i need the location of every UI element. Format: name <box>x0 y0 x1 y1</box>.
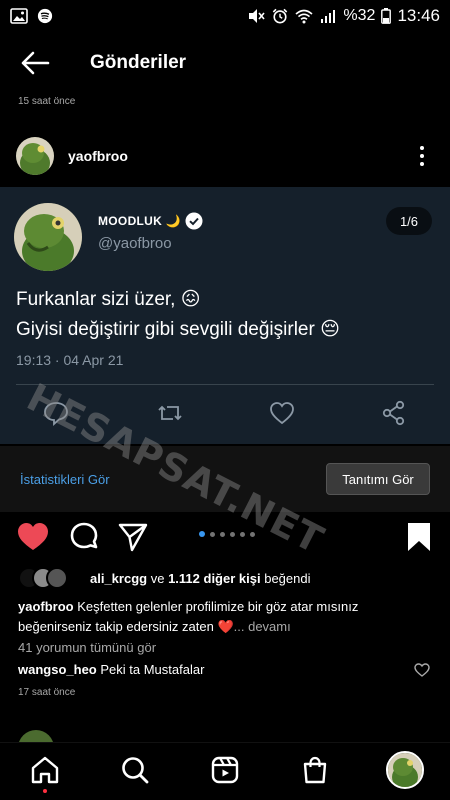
comment-username[interactable]: wangso_heo <box>18 662 97 677</box>
likes-suffix: beğendi <box>264 570 311 586</box>
profile-tab-avatar[interactable] <box>386 751 424 789</box>
back-arrow-icon <box>21 51 50 75</box>
insights-row: İstatistikleri Gör Tanıtımı Gör <box>0 446 450 512</box>
divider <box>16 384 434 385</box>
bookmark-icon[interactable] <box>402 520 436 554</box>
tweet-action-bar <box>0 399 450 429</box>
likes-and: ve <box>150 570 165 586</box>
like-heart-icon[interactable] <box>16 520 50 554</box>
tweet-date: 19:13 · 04 Apr 21 <box>16 352 124 368</box>
battery-icon <box>381 8 392 24</box>
top-bar: Gönderiler <box>0 32 450 94</box>
frog-avatar-image <box>16 137 54 175</box>
post-username[interactable]: yaofbroo <box>68 148 128 164</box>
signal-icon <box>321 10 336 23</box>
reply-icon <box>44 402 68 427</box>
tweet-line-1: Furkanlar sizi üzer, 😖 <box>16 289 201 310</box>
verified-badge-icon <box>185 212 203 230</box>
view-all-comments-link[interactable]: 41 yorumun tümünü gör <box>18 640 156 655</box>
tweet-avatar <box>14 203 82 271</box>
carousel-counter: 1/6 <box>386 207 432 235</box>
clock: 13:46 <box>397 6 440 25</box>
post-header: yaofbroo <box>0 132 450 180</box>
liker-avatars <box>18 567 80 589</box>
alarm-icon <box>273 8 288 24</box>
tweet-like-icon <box>270 402 294 425</box>
mute-icon <box>249 9 266 23</box>
tweet-handle: @yaofbroo <box>98 235 172 252</box>
comment-row: wangso_heo Peki ta Mustafalar <box>18 662 204 677</box>
tweet-line-2: Giyisi değiştirir gibi sevgili değişirle… <box>16 319 340 340</box>
bottom-nav <box>0 742 450 800</box>
more-options-icon[interactable] <box>410 141 434 171</box>
share-icon <box>382 400 405 426</box>
liker-username[interactable]: ali_krcgg <box>90 571 147 586</box>
back-button[interactable] <box>0 32 70 94</box>
frog-avatar-image <box>388 753 422 787</box>
comment-icon[interactable] <box>67 520 101 554</box>
frog-avatar-image <box>14 203 82 271</box>
post-image-tweet[interactable]: MOODLUK 🌙 @yaofbroo 1/6 Furkanlar sizi ü… <box>0 187 450 444</box>
view-insights-link[interactable]: İstatistikleri Gör <box>20 472 110 487</box>
search-icon[interactable] <box>120 755 150 785</box>
battery-percent: %32 <box>343 7 376 24</box>
tweet-text: Furkanlar sizi üzer, 😖 Giyisi değiştirir… <box>16 285 340 345</box>
shop-icon[interactable] <box>300 755 330 785</box>
retweet-icon <box>158 405 182 421</box>
post-time: 17 saat önce <box>18 687 76 698</box>
likes-summary[interactable]: ali_krcgg ve 1.112 diğer kişi beğendi <box>18 567 311 589</box>
next-post-avatar <box>18 730 54 742</box>
gallery-icon <box>10 8 28 24</box>
post-action-bar <box>0 516 450 556</box>
promote-button[interactable]: Tanıtımı Gör <box>326 463 430 495</box>
page-title: Gönderiler <box>90 52 187 73</box>
avatar <box>46 567 68 589</box>
comment-text: Peki ta Mustafalar <box>100 662 205 677</box>
send-icon[interactable] <box>116 520 150 554</box>
caption-more-link[interactable]: ... devamı <box>234 619 291 634</box>
likes-others[interactable]: 1.112 diğer kişi <box>168 571 261 586</box>
comment-like-icon[interactable] <box>414 662 430 678</box>
previous-post-time: 15 saat önce <box>18 96 76 107</box>
home-icon[interactable] <box>30 755 60 785</box>
tweet-display-name: MOODLUK 🌙 <box>98 212 203 230</box>
reels-icon[interactable] <box>210 755 240 785</box>
notification-dot <box>43 789 47 793</box>
wifi-icon <box>295 9 313 24</box>
caption-username[interactable]: yaofbroo <box>18 599 74 614</box>
post-caption: yaofbroo Keşfetten gelenler profilimize … <box>18 597 418 637</box>
carousel-indicator <box>199 531 255 537</box>
avatar[interactable] <box>16 137 54 175</box>
spotify-icon <box>37 8 53 24</box>
status-bar: %32 13:46 <box>0 0 450 32</box>
